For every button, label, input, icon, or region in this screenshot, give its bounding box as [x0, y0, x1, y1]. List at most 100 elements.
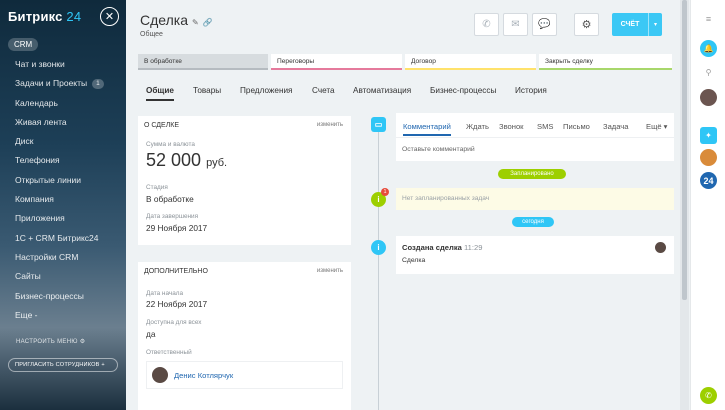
call-button[interactable]: ✆ — [474, 13, 499, 36]
sidebar-item-chat[interactable]: Чат и звонки — [15, 55, 120, 74]
sidebar-item-feed[interactable]: Живая лента — [15, 113, 120, 132]
access-value: да — [146, 329, 156, 339]
sidebar-item-crm-settings[interactable]: Настройки CRM — [15, 248, 120, 267]
stage-contract[interactable]: Договор — [405, 54, 536, 70]
sidebar-menu: Чат и звонки Задачи и Проекты 1 Календарь… — [15, 55, 120, 325]
task-counter-badge: 1 — [381, 188, 389, 196]
tab-quotes[interactable]: Предложения — [240, 86, 292, 95]
chevron-down-icon: ▾ — [663, 122, 668, 131]
tab-business-processes[interactable]: Бизнес-процессы — [430, 86, 496, 95]
created-deal-item: Создана сделка 11:29 Сделка — [396, 236, 674, 274]
responsible-box: Денис Котлярчук — [146, 361, 343, 389]
sidebar-item-telephony[interactable]: Телефония — [15, 151, 120, 170]
card-title: О СДЕЛКЕ — [144, 122, 180, 129]
stage-bar: В обработке Переговоры Договор Закрыть с… — [138, 54, 672, 70]
configure-menu-link[interactable]: НАСТРОИТЬ МЕНЮ ⚙ — [16, 338, 85, 345]
invite-button[interactable]: ПРИГЛАСИТЬ СОТРУДНИКОВ + — [8, 358, 118, 372]
left-sidebar: Битрикс 24 ✕ CRM Чат и звонки Задачи и П… — [0, 0, 126, 410]
editor-tab-task[interactable]: Задача — [603, 122, 628, 131]
sidebar-item-bizproc[interactable]: Бизнес-процессы — [15, 287, 120, 306]
activity-editor: Комментарий Ждать Звонок SMS Письмо Зада… — [396, 113, 674, 161]
sidebar-item-1c[interactable]: 1С + CRM Битрикс24 — [15, 229, 120, 248]
created-title: Создана сделка 11:29 — [402, 243, 483, 252]
chevron-down-icon: ▾ — [653, 22, 657, 28]
today-badge: сегодня — [512, 217, 554, 227]
sidebar-section-crm[interactable]: CRM — [8, 38, 39, 51]
stage-processing[interactable]: В обработке — [138, 54, 268, 70]
gear-icon: ⚙ — [581, 19, 592, 31]
editor-tab-wait[interactable]: Ждать — [466, 122, 489, 131]
main-area: Сделка ✎ 🔗 Общее ✆ ✉ 💬 ⚙ СЧЁТ ▾ В обработк… — [126, 0, 690, 410]
settings-button[interactable]: ⚙ — [574, 13, 599, 36]
search-icon[interactable]: ⚲ — [700, 64, 717, 81]
chat-button[interactable]: 💬 — [532, 13, 557, 36]
close-date-label: Дата завершения — [146, 213, 199, 220]
link-icon[interactable]: 🔗 — [203, 18, 213, 27]
page-title: Сделка ✎ 🔗 — [140, 12, 213, 28]
planned-badge: Запланировано — [498, 169, 566, 179]
bell-icon[interactable]: 🔔 — [700, 40, 717, 57]
editor-tab-sms[interactable]: SMS — [537, 122, 553, 131]
email-button[interactable]: ✉ — [503, 13, 528, 36]
editor-tab-email[interactable]: Письмо — [563, 122, 590, 131]
comment-input[interactable]: Оставьте комментарий — [402, 146, 475, 153]
envelope-icon: ✉ — [511, 19, 520, 30]
amount-label: Сумма и валюта — [146, 141, 195, 148]
phone-icon: ✆ — [482, 19, 491, 30]
start-date-label: Дата начала — [146, 290, 184, 297]
avatar[interactable] — [700, 149, 717, 166]
pencil-icon[interactable]: ✎ — [192, 18, 199, 27]
bitrix24-icon[interactable]: 24 — [700, 172, 717, 189]
logo[interactable]: Битрикс 24 — [8, 9, 81, 24]
created-text: Сделка — [402, 257, 426, 264]
sidebar-item-more[interactable]: Еще - — [15, 306, 120, 325]
close-icon[interactable]: ✕ — [100, 7, 119, 26]
stage-close-deal[interactable]: Закрыть сделку — [539, 54, 672, 70]
chat-bubbles-icon[interactable]: ✦ — [700, 127, 717, 144]
page-subtitle: Общее — [140, 31, 163, 38]
hamburger-icon[interactable]: ≡ — [700, 10, 717, 27]
stage-value: В обработке — [146, 194, 194, 204]
sidebar-item-apps[interactable]: Приложения — [15, 209, 120, 228]
avatar[interactable] — [700, 89, 717, 106]
editor-tab-more[interactable]: Ещё ▾ — [646, 122, 667, 131]
amount-value: 52 000 руб. — [146, 150, 228, 170]
sidebar-item-disk[interactable]: Диск — [15, 132, 120, 151]
scrollbar-thumb[interactable] — [682, 0, 687, 300]
sidebar-item-calendar[interactable]: Календарь — [15, 94, 120, 113]
avatar[interactable] — [655, 242, 666, 253]
edit-link[interactable]: изменить — [317, 268, 343, 274]
plus-icon: + — [101, 362, 105, 368]
comment-icon: ▭ — [371, 117, 386, 132]
responsible-link[interactable]: Денис Котлярчук — [174, 371, 233, 380]
tab-products[interactable]: Товары — [193, 86, 221, 95]
invoice-button[interactable]: СЧЁТ — [612, 13, 648, 36]
divider — [396, 137, 674, 138]
start-date-value: 22 Ноября 2017 — [146, 299, 208, 309]
access-label: Доступна для всех — [146, 319, 202, 326]
sidebar-item-company[interactable]: Компания — [15, 190, 120, 209]
gear-icon: ⚙ — [79, 339, 86, 345]
editor-tab-comment[interactable]: Комментарий — [403, 122, 451, 136]
edit-link[interactable]: изменить — [317, 122, 343, 128]
stage-negotiation[interactable]: Переговоры — [271, 54, 402, 70]
avatar[interactable] — [152, 367, 168, 383]
chat-bubbles-icon: 💬 — [538, 19, 551, 30]
tasks-count-badge: 1 — [92, 78, 104, 89]
about-deal-card: О СДЕЛКЕ изменить Сумма и валюта 52 000 … — [138, 116, 351, 245]
timeline-line — [378, 130, 379, 410]
sidebar-item-tasks[interactable]: Задачи и Проекты 1 — [15, 74, 120, 93]
card-title: ДОПОЛНИТЕЛЬНО — [144, 268, 208, 275]
invoice-dropdown-button[interactable]: ▾ — [648, 13, 662, 36]
sidebar-item-openlines[interactable]: Открытые линии — [15, 171, 120, 190]
editor-tab-call[interactable]: Звонок — [499, 122, 524, 131]
info-icon: i — [371, 240, 386, 255]
phone-icon[interactable]: ✆ — [700, 387, 717, 404]
tab-general[interactable]: Общие — [146, 86, 174, 101]
tab-automation[interactable]: Автоматизация — [353, 86, 411, 95]
tab-invoices[interactable]: Счета — [312, 86, 335, 95]
tab-history[interactable]: История — [515, 86, 547, 95]
close-date-value: 29 Ноября 2017 — [146, 223, 208, 233]
additional-card: ДОПОЛНИТЕЛЬНО изменить Дата начала 22 Но… — [138, 262, 351, 410]
sidebar-item-sites[interactable]: Сайты — [15, 267, 120, 286]
